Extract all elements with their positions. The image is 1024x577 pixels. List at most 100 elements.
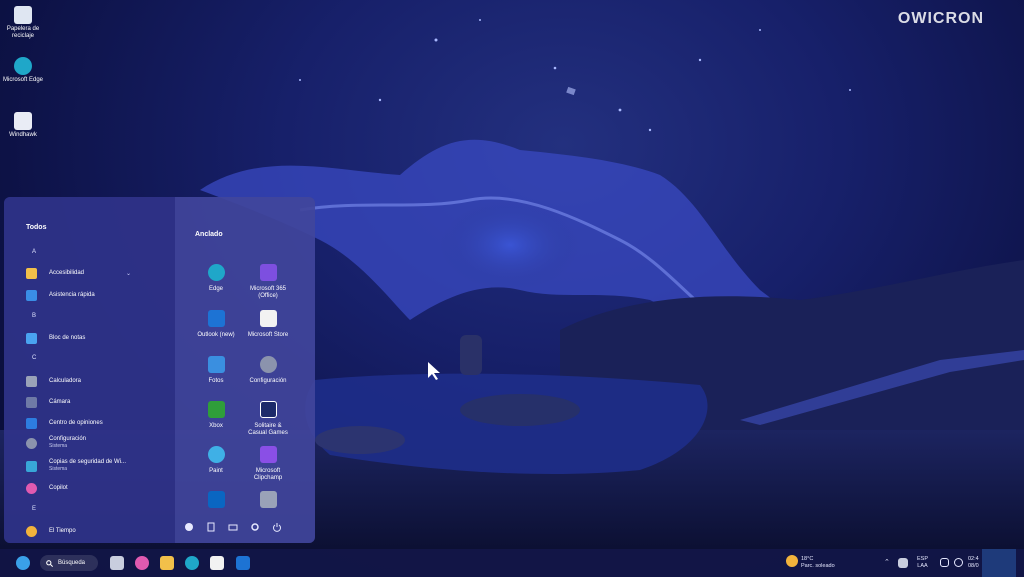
app-centro-de-opiniones[interactable]: Centro de opiniones <box>26 415 171 431</box>
weather-icon <box>26 525 37 537</box>
weather-taskbar-icon[interactable] <box>786 555 798 567</box>
app-el-tiempo[interactable]: El Tiempo <box>26 523 171 539</box>
app-camara[interactable]: Cámara <box>26 394 171 410</box>
app-asistencia-rapida[interactable]: Asistencia rápida <box>26 287 171 303</box>
notepad-icon <box>26 332 37 344</box>
settings-icon <box>26 437 37 449</box>
xbox-icon <box>207 401 225 418</box>
settings-gear-icon[interactable] <box>250 519 260 531</box>
backup-icon <box>26 460 37 472</box>
app-label: El Tiempo <box>49 527 76 534</box>
photos-icon <box>207 356 225 373</box>
app-label: Cámara <box>49 398 71 405</box>
app-label: Asistencia rápida <box>49 291 95 298</box>
folder-explorer-icon[interactable] <box>228 519 238 531</box>
search-box[interactable]: Búsqueda <box>40 555 98 571</box>
edge-desktop-icon <box>14 57 32 75</box>
pinned-label: Outlook (new) <box>197 332 235 338</box>
pinned-label: Fotos <box>208 378 224 384</box>
edge-taskbar-icon[interactable] <box>185 556 199 570</box>
office-icon <box>259 264 277 281</box>
pinned-label: Edge <box>208 286 223 292</box>
taskbar: Búsqueda 18°C Parc. soleado ⌃ ESP LAA 02… <box>0 549 1024 577</box>
app-configuracion[interactable]: Configuración Sistema <box>26 435 171 451</box>
pinned-edge[interactable]: Edge <box>186 264 246 293</box>
solitaire-icon <box>259 401 277 418</box>
app-label: Calculadora <box>49 377 82 384</box>
desktop-icon-label: Microsoft Edge <box>2 77 44 83</box>
app-sublabel: Sistema <box>49 443 68 449</box>
start-button-icon[interactable] <box>16 556 30 570</box>
pinned-label: Microsoft Store <box>247 332 289 338</box>
pinned-fotos[interactable]: Fotos <box>186 356 246 385</box>
app-copias-de-seguridad[interactable]: Copias de seguridad de Wi... Sistema <box>26 458 171 474</box>
pinned-microsoft-store[interactable]: Microsoft Store <box>238 310 298 339</box>
app-label: Centro de opiniones <box>49 419 103 426</box>
app-label: Copias de seguridad de Wi... <box>49 459 127 465</box>
desktop-icon-label: Windhawk <box>9 132 37 138</box>
pinned-label: Microsoft 365 <box>249 286 286 292</box>
documents-icon[interactable] <box>206 519 216 532</box>
file-explorer-icon[interactable] <box>160 556 174 570</box>
network-icon[interactable] <box>940 558 949 567</box>
pinned-xbox[interactable]: Xbox <box>186 401 246 430</box>
pinned-label: Microsoft <box>255 468 281 474</box>
pinned-linkedin[interactable] <box>186 491 246 513</box>
weather-temp: 18°C <box>801 556 814 562</box>
app-calculadora[interactable]: Calculadora <box>26 373 171 389</box>
clock[interactable]: 02:4 08/0 <box>968 556 979 570</box>
letter-header[interactable]: A <box>32 249 36 255</box>
feedback-icon <box>26 417 37 429</box>
clipchamp-icon <box>259 446 277 463</box>
recycle-bin-icon <box>14 6 32 24</box>
language-indicator[interactable]: ESP LAA <box>917 556 928 570</box>
quick-assist-icon <box>26 289 37 301</box>
letter-header[interactable]: C <box>32 355 36 361</box>
desktop-icon-windhawk[interactable]: Windhawk <box>2 112 44 139</box>
app-accesibilidad[interactable]: Accesibilidad ⌄ <box>26 265 171 281</box>
store-icon <box>259 310 277 327</box>
all-apps-header: Todos <box>26 224 47 231</box>
pinned-label: Xbox <box>209 423 223 429</box>
chevron-up-icon[interactable]: ⌃ <box>884 559 890 566</box>
task-view-icon[interactable] <box>110 556 124 570</box>
search-label: Búsqueda <box>58 560 86 566</box>
onedrive-icon[interactable] <box>898 558 908 568</box>
volume-icon[interactable] <box>954 558 963 567</box>
app-label: Copilot <box>49 484 68 491</box>
pinned-configuracion[interactable]: Configuración <box>238 356 298 385</box>
letter-header[interactable]: B <box>32 313 36 319</box>
weather-widget[interactable]: 18°C Parc. soleado <box>801 556 835 570</box>
pinned-paint[interactable]: Paint <box>186 446 246 475</box>
pinned-microsoft-365[interactable]: Microsoft 365 (Office) <box>238 264 298 300</box>
webcam-overlay <box>982 549 1016 577</box>
search-icon <box>46 559 53 567</box>
settings-pinned-icon <box>259 356 277 373</box>
pinned-outlook[interactable]: Outlook (new) <box>186 310 246 339</box>
pinned-solitaire[interactable]: Solitaire & Casual Games <box>238 401 298 437</box>
app-bloc-de-notas[interactable]: Bloc de notas <box>26 330 171 346</box>
pinned-label-line2: Clipchamp <box>253 475 283 481</box>
app-label: Configuración <box>49 436 87 442</box>
app-sublabel: Sistema <box>49 466 68 472</box>
app-label: Accesibilidad <box>49 269 85 276</box>
app-copilot[interactable]: Copilot <box>26 480 171 496</box>
user-avatar-icon[interactable] <box>184 519 194 531</box>
pinned-label: Configuración <box>249 378 287 384</box>
desktop-icon-recycle-bin[interactable]: Papelera de reciclaje <box>2 6 44 40</box>
copilot-taskbar-icon[interactable] <box>135 556 149 570</box>
power-icon[interactable] <box>272 519 282 532</box>
folder-icon <box>26 267 37 279</box>
outlook-taskbar-icon[interactable] <box>236 556 250 570</box>
calculator-icon <box>26 375 37 387</box>
letter-header[interactable]: E <box>32 506 36 512</box>
desktop-icon-edge[interactable]: Microsoft Edge <box>2 57 44 84</box>
lang-line2: LAA <box>917 563 928 569</box>
pinned-header: Anclado <box>195 231 223 238</box>
chevron-down-icon[interactable]: ⌄ <box>126 270 131 277</box>
pinned-clipchamp[interactable]: Microsoft Clipchamp <box>238 446 298 482</box>
clock-date: 08/0 <box>968 563 979 569</box>
clock-time: 02:4 <box>968 556 979 562</box>
pinned-calculadora[interactable] <box>238 491 298 513</box>
store-taskbar-icon[interactable] <box>210 556 224 570</box>
